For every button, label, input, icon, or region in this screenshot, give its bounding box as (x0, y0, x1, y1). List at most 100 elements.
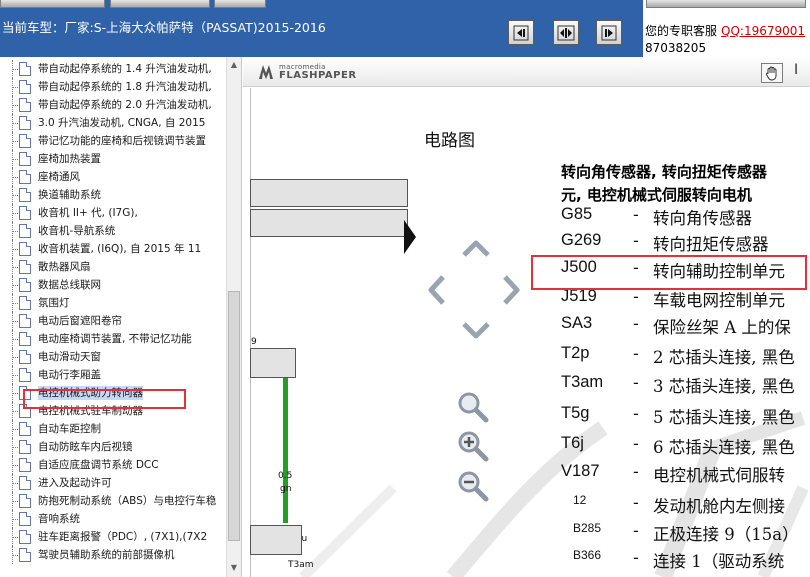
tree-item-label: 收音机-导航系统 (38, 225, 116, 237)
component-separator: - (633, 404, 639, 423)
scroll-down-arrow-icon[interactable] (461, 321, 491, 341)
scroll-down-icon[interactable]: ▼ (228, 562, 240, 574)
document-icon (19, 206, 31, 220)
tree-item-label: 数据总线联网 (38, 279, 101, 291)
tree-item[interactable]: 电动行李厢盖 (0, 366, 226, 384)
document-icon (19, 422, 31, 436)
fit-page-button[interactable] (553, 20, 579, 45)
brand-name: FLASHPAPER (279, 70, 357, 81)
tree-item[interactable]: 氛围灯 (0, 294, 226, 312)
current-vehicle-label: 当前车型：厂家:S-上海大众帕萨特（PASSAT)2015-2016 (2, 20, 326, 35)
component-code: T6j (561, 434, 584, 452)
top-bar: 当前车型：厂家:S-上海大众帕萨特（PASSAT)2015-2016 您的专职客… (0, 0, 810, 57)
component-description: 电控机械式伺服转 (653, 466, 785, 485)
tree-item-label: 氛围灯 (38, 297, 70, 309)
tree-item-label: 音响系统 (38, 513, 80, 525)
page-edge (250, 88, 251, 577)
component-separator: - (633, 462, 639, 481)
page-marker-arrow (404, 220, 416, 254)
tree-item-label: 带自动起停系统的 1.4 升汽油发动机, (38, 63, 212, 75)
tree-item[interactable]: 带自动起停系统的 1.4 升汽油发动机, (0, 60, 226, 78)
diagram-title-line-1: 转向角传感器, 转向扭矩传感器 (561, 163, 767, 181)
document-icon (19, 332, 31, 346)
tree-item-label: 电动座椅调节装置, 不带记忆功能 (38, 333, 192, 345)
top-tab-3[interactable] (214, 0, 266, 8)
tree-item[interactable]: 座椅通风 (0, 168, 226, 186)
tree-item[interactable]: 电动滑动天窗 (0, 348, 226, 366)
customer-service-info: 您的专职客服 QQ:19679001 87038205 (645, 23, 810, 57)
component-separator: - (633, 314, 639, 333)
zoom-in-icon[interactable] (456, 429, 490, 463)
zoom-out-icon[interactable] (456, 469, 490, 503)
top-tab-service[interactable] (646, 0, 806, 8)
component-description: 正极连接 9（15a） (653, 525, 799, 544)
document-page: 9 0.5 gn 15u 5 5g T3am (243, 88, 810, 577)
service-qq-link[interactable]: QQ:19679001 (721, 24, 805, 38)
document-icon (19, 170, 31, 184)
component-description: 转向角传感器 (653, 209, 752, 228)
diagram-block-top (250, 179, 408, 207)
tree-item[interactable]: 带自动起停系统的 1.8 升汽油发动机, (0, 78, 226, 96)
diagram-fuse-box (250, 525, 302, 555)
tree-item[interactable]: 进入及起动许可 (0, 474, 226, 492)
component-description: 车载电网控制单元 (653, 291, 785, 310)
tree-item[interactable]: 收音机 II+ 代, (I7G), (0, 204, 226, 222)
document-icon (19, 350, 31, 364)
tree-item[interactable]: 换道辅助系统 (0, 186, 226, 204)
vehicle-header: 当前车型：厂家:S-上海大众帕萨特（PASSAT)2015-2016 (0, 0, 643, 57)
hand-tool-button[interactable] (761, 63, 783, 83)
tree-item[interactable]: 数据总线联网 (0, 276, 226, 294)
tree-item-label: 自动防眩车内后视镜 (38, 441, 133, 453)
scroll-up-arrow-icon[interactable] (461, 238, 491, 258)
component-highlight (531, 255, 807, 290)
top-tab-2[interactable] (110, 0, 210, 8)
tree-item[interactable]: 带自动起停系统的 2.0 升汽油发动机, (0, 96, 226, 114)
bottom-connector-label: T3am (288, 560, 314, 570)
tree-item[interactable]: 座椅加热装置 (0, 150, 226, 168)
scroll-left-arrow-icon[interactable] (425, 274, 447, 306)
document-icon (19, 494, 31, 508)
tree-item[interactable]: 驾驶员辅助系统的前部摄像机 (0, 546, 226, 564)
tree-item-label: 收音机 II+ 代, (I7G), (38, 207, 138, 219)
tree-item[interactable]: 驻车距离报警（PDC）, (7X1),(7X2 (0, 528, 226, 546)
component-code: G269 (561, 231, 602, 249)
tree-scroll-thumb[interactable] (228, 291, 240, 541)
tree-item[interactable]: 散热器风扇 (0, 258, 226, 276)
next-page-button[interactable] (596, 20, 622, 45)
document-icon (19, 548, 31, 562)
tree-item-label: 进入及起动许可 (38, 477, 112, 489)
left-mark: 9 (251, 337, 257, 347)
document-icon (19, 512, 31, 526)
tree-item-label: 驻车距离报警（PDC）, (7X1),(7X2 (38, 531, 208, 543)
tree-item[interactable]: 3.0 升汽油发动机, CNGA, 自 2015 (0, 114, 226, 132)
document-icon (19, 260, 31, 274)
tree-scrollbar[interactable]: ▲ ▼ (226, 57, 241, 577)
tree-item[interactable]: 防抱死制动系统（ABS）与电控行车稳 (0, 492, 226, 510)
component-code: T2p (561, 344, 590, 362)
prev-page-button[interactable] (508, 20, 534, 45)
zoom-fit-icon[interactable] (456, 390, 490, 424)
tree-item[interactable]: 收音机装置, (I6Q), 自 2015 年 11 (0, 240, 226, 258)
component-code: B366 (573, 548, 602, 562)
fit-page-icon (557, 25, 575, 40)
tree-item-label: 座椅加热装置 (38, 153, 101, 165)
tree-item-label: 电动行李厢盖 (38, 369, 101, 381)
tree-item[interactable]: 收音机-导航系统 (0, 222, 226, 240)
tree-item-label: 电动滑动天窗 (38, 351, 101, 363)
tree-item[interactable]: 音响系统 (0, 510, 226, 528)
tree-item[interactable]: 自动车距控制 (0, 420, 226, 438)
scroll-up-icon[interactable]: ▲ (228, 59, 240, 71)
tree-selection-highlight (23, 389, 186, 409)
tree-item[interactable]: 自适应底盘调节系统 DCC (0, 456, 226, 474)
text-select-tool[interactable]: I (794, 62, 798, 78)
component-description: 6 芯插头连接, 黑色 (653, 438, 795, 457)
component-code: T3am (561, 373, 604, 391)
tree-item[interactable]: 电动座椅调节装置, 不带记忆功能 (0, 330, 226, 348)
tree-item[interactable]: 自动防眩车内后视镜 (0, 438, 226, 456)
tree-item[interactable]: 带记忆功能的座椅和后视镜调节装置 (0, 132, 226, 150)
component-separator: - (633, 231, 639, 250)
scroll-right-arrow-icon[interactable] (501, 274, 523, 306)
prev-page-icon (513, 25, 529, 40)
tree-item[interactable]: 电动后窗遮阳卷帘 (0, 312, 226, 330)
top-tab-1[interactable] (0, 0, 105, 8)
